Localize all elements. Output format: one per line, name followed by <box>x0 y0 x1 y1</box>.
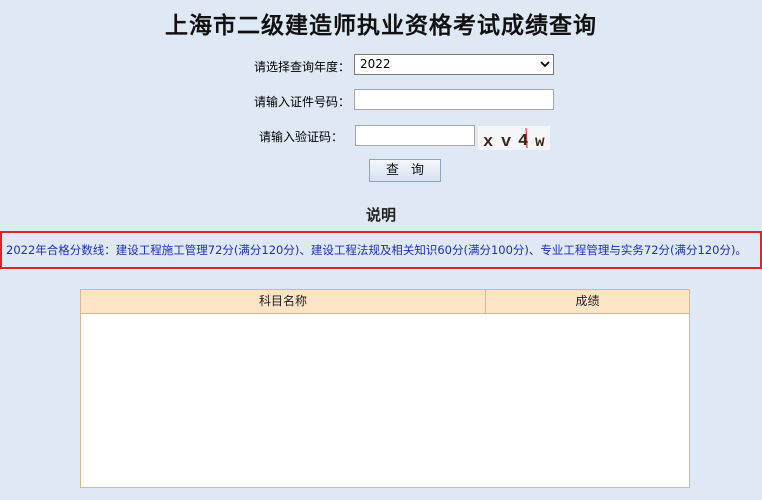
svg-text:v: v <box>501 133 511 150</box>
results-table-header: 科目名称 成绩 <box>81 290 689 314</box>
id-label: 请输入证件号码： <box>254 95 351 109</box>
query-button[interactable]: 查询 <box>369 159 441 182</box>
id-number-input[interactable] <box>354 89 554 110</box>
svg-text:x: x <box>483 133 493 150</box>
captcha-input[interactable] <box>355 125 475 146</box>
explanation-title: 说明 <box>365 206 396 224</box>
page-title: 上海市二级建造师执业资格考试成绩查询 <box>165 12 597 39</box>
captcha-label: 请输入验证码： <box>259 130 344 144</box>
captcha-image[interactable]: x v 4 w <box>478 126 550 150</box>
svg-text:w: w <box>535 133 545 150</box>
year-select[interactable]: 2022 <box>354 54 554 75</box>
year-select-value: 2022 <box>360 57 391 71</box>
captcha-graphic: x v 4 w <box>478 126 550 150</box>
results-table: 科目名称 成绩 <box>80 289 690 488</box>
passing-score-notice: 2022年合格分数线：建设工程施工管理72分(满分120分)、建设工程法规及相关… <box>0 231 762 269</box>
year-label: 请选择查询年度： <box>254 60 351 74</box>
chevron-down-icon <box>540 61 550 68</box>
svg-text:4: 4 <box>518 132 528 150</box>
column-header-subject: 科目名称 <box>81 290 486 313</box>
column-header-score: 成绩 <box>575 294 600 308</box>
